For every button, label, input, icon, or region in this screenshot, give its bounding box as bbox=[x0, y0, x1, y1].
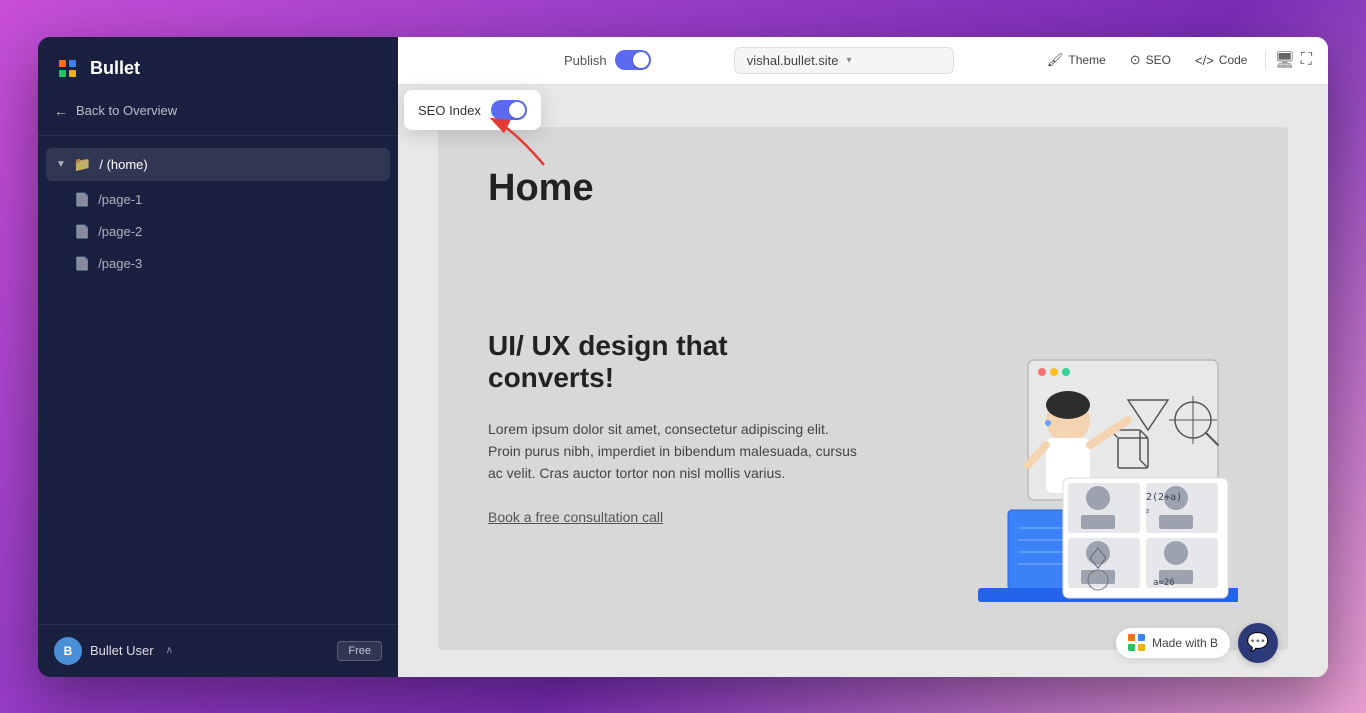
sidebar-item-home[interactable]: ▼ 📁 / (home) bbox=[46, 148, 390, 181]
page1-label: /page-1 bbox=[98, 192, 142, 207]
bottom-bar: Made with B 💬 bbox=[1116, 623, 1278, 663]
page-content: Vishal Home UI/ UX design that converts!… bbox=[398, 85, 1328, 677]
hero-text: UI/ UX design that converts! Lorem ipsum… bbox=[488, 330, 858, 527]
hero-cta-link[interactable]: Book a free consultation call bbox=[488, 509, 663, 525]
folder-label: / (home) bbox=[99, 157, 147, 172]
theme-button[interactable]: 🖌 Theme bbox=[1037, 47, 1116, 73]
main-area: SEO Index bbox=[398, 37, 1328, 677]
seo-index-toggle[interactable] bbox=[491, 100, 527, 120]
code-button[interactable]: </> Code bbox=[1185, 48, 1257, 73]
page3-label: /page-3 bbox=[98, 256, 142, 271]
toolbar-divider bbox=[1265, 50, 1266, 70]
seo-button[interactable]: ⊙ SEO bbox=[1120, 47, 1181, 73]
logo-text: Bullet bbox=[90, 58, 140, 79]
made-with-text: Made with B bbox=[1152, 636, 1218, 650]
svg-text:²: ² bbox=[1146, 507, 1149, 517]
hero-illustration: 2(2+a) ² bbox=[898, 330, 1238, 610]
back-arrow-icon: ← bbox=[54, 103, 68, 119]
toolbar: SEO Index bbox=[398, 37, 1328, 85]
preview-icons: 🖥 ⛶ bbox=[1274, 50, 1312, 70]
desktop-icon[interactable]: 🖥 bbox=[1274, 50, 1294, 70]
page2-label: /page-2 bbox=[98, 224, 142, 239]
expand-icon[interactable]: ⛶ bbox=[1301, 51, 1312, 69]
logo: Bullet bbox=[54, 55, 382, 83]
url-chevron-icon: ▾ bbox=[847, 55, 852, 66]
publish-toggle-knob bbox=[633, 52, 649, 68]
back-to-overview-button[interactable]: ← Back to Overview bbox=[54, 99, 382, 123]
toolbar-right: 🖌 Theme ⊙ SEO </> Code 🖥 ⛶ bbox=[1037, 47, 1312, 73]
hero-section: UI/ UX design that converts! Lorem ipsum… bbox=[488, 330, 1238, 610]
user-chevron-icon: ∧ bbox=[166, 645, 173, 656]
page-icon: 📄 bbox=[74, 224, 90, 240]
user-name: Bullet User bbox=[90, 643, 154, 658]
sidebar-item-page3[interactable]: 📄 /page-3 bbox=[46, 249, 390, 279]
seo-icon: ⊙ bbox=[1130, 52, 1141, 68]
folder-icon: 📁 bbox=[74, 156, 91, 173]
made-with-badge: Made with B bbox=[1116, 628, 1230, 658]
sidebar: Bullet ← Back to Overview ▼ 📁 / (home) 📄… bbox=[38, 37, 398, 677]
sidebar-item-page1[interactable]: 📄 /page-1 bbox=[46, 185, 390, 215]
avatar: B bbox=[54, 637, 82, 665]
bullet-logo-icon bbox=[54, 55, 82, 83]
publish-group: Publish bbox=[564, 50, 651, 70]
seo-index-label: SEO Index bbox=[418, 103, 481, 118]
back-label: Back to Overview bbox=[76, 103, 177, 118]
chevron-down-icon: ▼ bbox=[56, 159, 66, 170]
chat-button[interactable]: 💬 bbox=[1238, 623, 1278, 663]
page-icon: 📄 bbox=[74, 256, 90, 272]
url-bar[interactable]: vishal.bullet.site ▾ bbox=[734, 47, 954, 74]
code-icon: </> bbox=[1195, 53, 1214, 68]
page-title: Home bbox=[488, 167, 1238, 210]
sidebar-footer: B Bullet User ∧ Free bbox=[38, 624, 398, 677]
hero-heading: UI/ UX design that converts! bbox=[488, 330, 858, 394]
toggle-knob bbox=[509, 102, 525, 118]
svg-text:2(2+a): 2(2+a) bbox=[1146, 492, 1182, 503]
page-preview: Home UI/ UX design that converts! Lorem … bbox=[438, 127, 1288, 650]
publish-toggle[interactable] bbox=[615, 50, 651, 70]
sidebar-item-page2[interactable]: 📄 /page-2 bbox=[46, 217, 390, 247]
page-icon: 📄 bbox=[74, 192, 90, 208]
hero-body: Lorem ipsum dolor sit amet, consectetur … bbox=[488, 418, 858, 485]
seo-index-popup: SEO Index bbox=[404, 90, 541, 130]
made-with-logo bbox=[1128, 634, 1146, 652]
plan-badge: Free bbox=[337, 641, 382, 661]
chat-icon: 💬 bbox=[1247, 632, 1269, 653]
svg-text:a=26: a=26 bbox=[1153, 578, 1175, 588]
theme-icon: 🖌 bbox=[1047, 52, 1064, 68]
toolbar-center: vishal.bullet.site ▾ bbox=[651, 47, 1037, 74]
sidebar-top: Bullet ← Back to Overview bbox=[38, 37, 398, 136]
user-info[interactable]: B Bullet User ∧ bbox=[54, 637, 173, 665]
publish-label: Publish bbox=[564, 53, 607, 68]
toolbar-left: SEO Index bbox=[414, 50, 651, 70]
url-text: vishal.bullet.site bbox=[747, 53, 839, 68]
sidebar-nav: ▼ 📁 / (home) 📄 /page-1 📄 /page-2 📄 /page… bbox=[38, 136, 398, 624]
